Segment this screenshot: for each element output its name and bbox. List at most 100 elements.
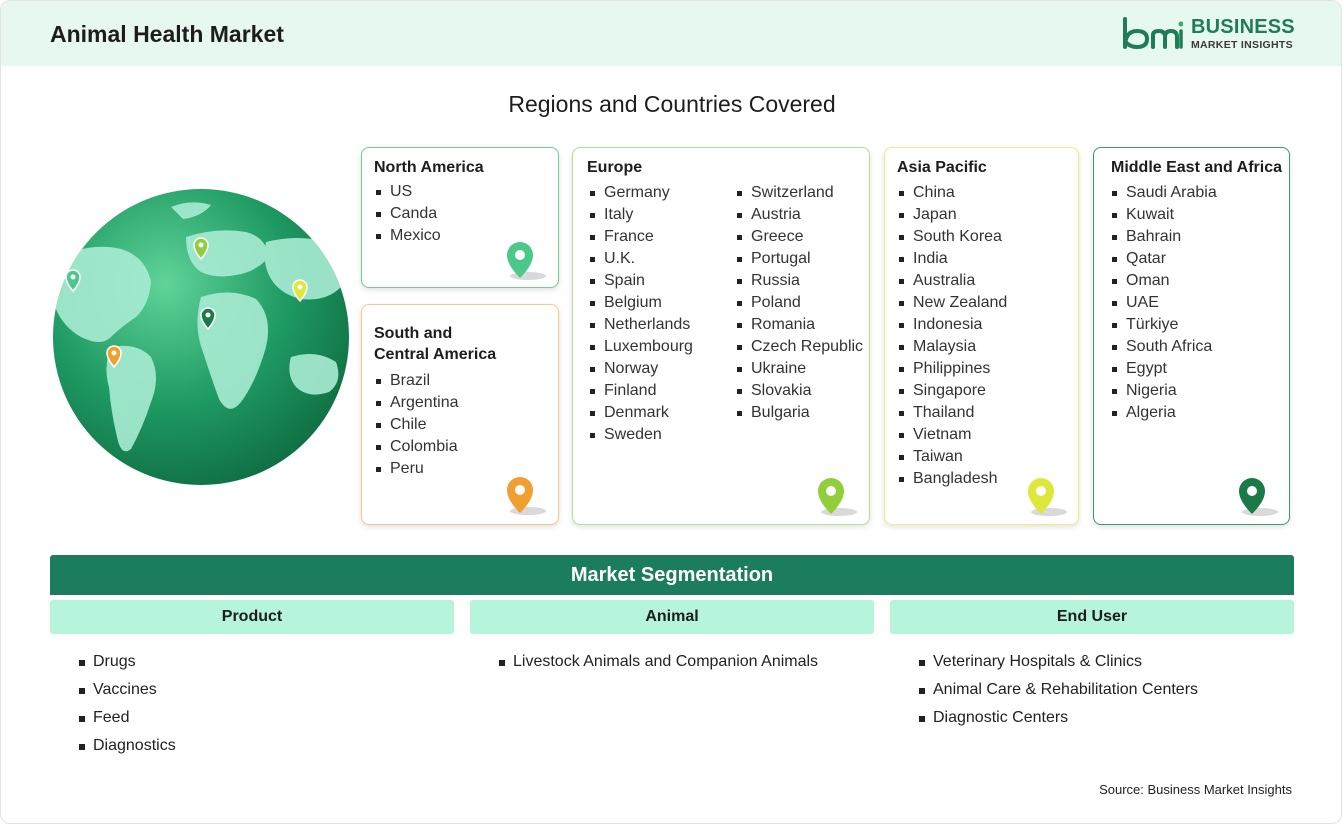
list-item: Chile (374, 414, 459, 436)
country-list: Brazil Argentina Chile Colombia Peru (374, 370, 459, 480)
list-item: U.K. (588, 248, 693, 270)
list-item: Animal Care & Rehabilitation Centers (919, 676, 1198, 704)
bmi-logo-icon (1123, 17, 1183, 50)
list-item: Australia (897, 270, 1007, 292)
list-item: Kuwait (1110, 204, 1217, 226)
market-segmentation-title: Market Segmentation (50, 555, 1294, 595)
list-item: Austria (735, 204, 863, 226)
country-list-col-2: Switzerland Austria Greece Portugal Russ… (735, 182, 863, 424)
list-item: Diagnostic Centers (919, 704, 1198, 732)
segment-header-product: Product (50, 600, 454, 634)
list-item: Bulgaria (735, 402, 863, 424)
country-list: US Canda Mexico (374, 181, 441, 247)
list-item: Saudi Arabia (1110, 182, 1217, 204)
list-item: France (588, 226, 693, 248)
region-card-asia-pacific: Asia Pacific China Japan South Korea Ind… (884, 147, 1079, 525)
list-item: Oman (1110, 270, 1217, 292)
list-item: Spain (588, 270, 693, 292)
list-item: China (897, 182, 1007, 204)
country-list: China Japan South Korea India Australia … (897, 182, 1007, 490)
list-item: Thailand (897, 402, 1007, 424)
list-item: Russia (735, 270, 863, 292)
segment-list-animal: Livestock Animals and Companion Animals (499, 648, 818, 676)
list-item: Malaysia (897, 336, 1007, 358)
country-list-col-1: Germany Italy France U.K. Spain Belgium … (588, 182, 693, 446)
list-item: Drugs (79, 648, 176, 676)
segment-list-product: Drugs Vaccines Feed Diagnostics (79, 648, 176, 760)
list-item: Switzerland (735, 182, 863, 204)
globe-illustration (51, 187, 351, 487)
map-pin-icon (507, 242, 546, 280)
list-item: Peru (374, 458, 459, 480)
map-pin-icon (818, 478, 857, 516)
list-item: Livestock Animals and Companion Animals (499, 648, 818, 676)
list-item: Nigeria (1110, 380, 1217, 402)
list-item: Vaccines (79, 676, 176, 704)
list-item: UAE (1110, 292, 1217, 314)
list-item: New Zealand (897, 292, 1007, 314)
segment-header-animal: Animal (470, 600, 874, 634)
list-item: Belgium (588, 292, 693, 314)
list-item: Argentina (374, 392, 459, 414)
segment-header-end-user: End User (890, 600, 1294, 634)
infographic-frame: Animal Health Market BUSINESS MARKET INS… (0, 0, 1342, 824)
list-item: Colombia (374, 436, 459, 458)
region-title: North America (374, 159, 484, 176)
regions-section-title: Regions and Countries Covered (508, 91, 836, 117)
segment-list-end-user: Veterinary Hospitals & Clinics Animal Ca… (919, 648, 1198, 732)
list-item: Philippines (897, 358, 1007, 380)
list-item: Luxembourg (588, 336, 693, 358)
list-item: Portugal (735, 248, 863, 270)
map-pin-icon (1239, 478, 1278, 516)
list-item: Poland (735, 292, 863, 314)
list-item: Canda (374, 203, 441, 225)
list-item: Norway (588, 358, 693, 380)
country-list: Saudi Arabia Kuwait Bahrain Qatar Oman U… (1110, 182, 1217, 424)
list-item: Sweden (588, 424, 693, 446)
list-item: Veterinary Hospitals & Clinics (919, 648, 1198, 676)
region-title: South and Central America (374, 323, 496, 365)
list-item: Bangladesh (897, 468, 1007, 490)
list-item: Indonesia (897, 314, 1007, 336)
list-item: US (374, 181, 441, 203)
list-item: Diagnostics (79, 732, 176, 760)
list-item: Singapore (897, 380, 1007, 402)
list-item: Qatar (1110, 248, 1217, 270)
list-item: Italy (588, 204, 693, 226)
logo-text-market-insights: MARKET INSIGHTS (1191, 39, 1293, 51)
region-title-line-2: Central America (374, 346, 497, 363)
region-title: Middle East and Africa (1111, 159, 1282, 176)
logo-text-business: BUSINESS (1191, 16, 1295, 38)
list-item: Greece (735, 226, 863, 248)
brand-logo: BUSINESS MARKET INSIGHTS (1121, 15, 1301, 55)
list-item: India (897, 248, 1007, 270)
list-item: South Korea (897, 226, 1007, 248)
region-title-line-1: South and (374, 325, 453, 342)
globe-icon (53, 189, 349, 485)
list-item: Egypt (1110, 358, 1217, 380)
list-item: Algeria (1110, 402, 1217, 424)
list-item: Japan (897, 204, 1007, 226)
list-item: Brazil (374, 370, 459, 392)
region-card-south-central-america: South and Central America Brazil Argenti… (361, 304, 559, 525)
list-item: Vietnam (897, 424, 1007, 446)
list-item: Feed (79, 704, 176, 732)
region-card-europe: Europe Germany Italy France U.K. Spain B… (572, 147, 870, 525)
region-title: Europe (587, 159, 643, 176)
region-title: Asia Pacific (897, 159, 987, 176)
region-card-north-america: North America US Canda Mexico (361, 147, 559, 288)
list-item: Denmark (588, 402, 693, 424)
list-item: Mexico (374, 225, 441, 247)
list-item: Ukraine (735, 358, 863, 380)
map-pin-icon (1028, 478, 1067, 516)
list-item: Romania (735, 314, 863, 336)
list-item: Netherlands (588, 314, 693, 336)
list-item: Czech Republic (735, 336, 863, 358)
list-item: Germany (588, 182, 693, 204)
list-item: Slovakia (735, 380, 863, 402)
header-bar: Animal Health Market BUSINESS MARKET INS… (1, 1, 1341, 66)
region-card-middle-east-africa: Middle East and Africa Saudi Arabia Kuwa… (1093, 147, 1290, 525)
list-item: Türkiye (1110, 314, 1217, 336)
source-note: Source: Business Market Insights (1099, 782, 1292, 797)
page-title: Animal Health Market (50, 21, 284, 47)
